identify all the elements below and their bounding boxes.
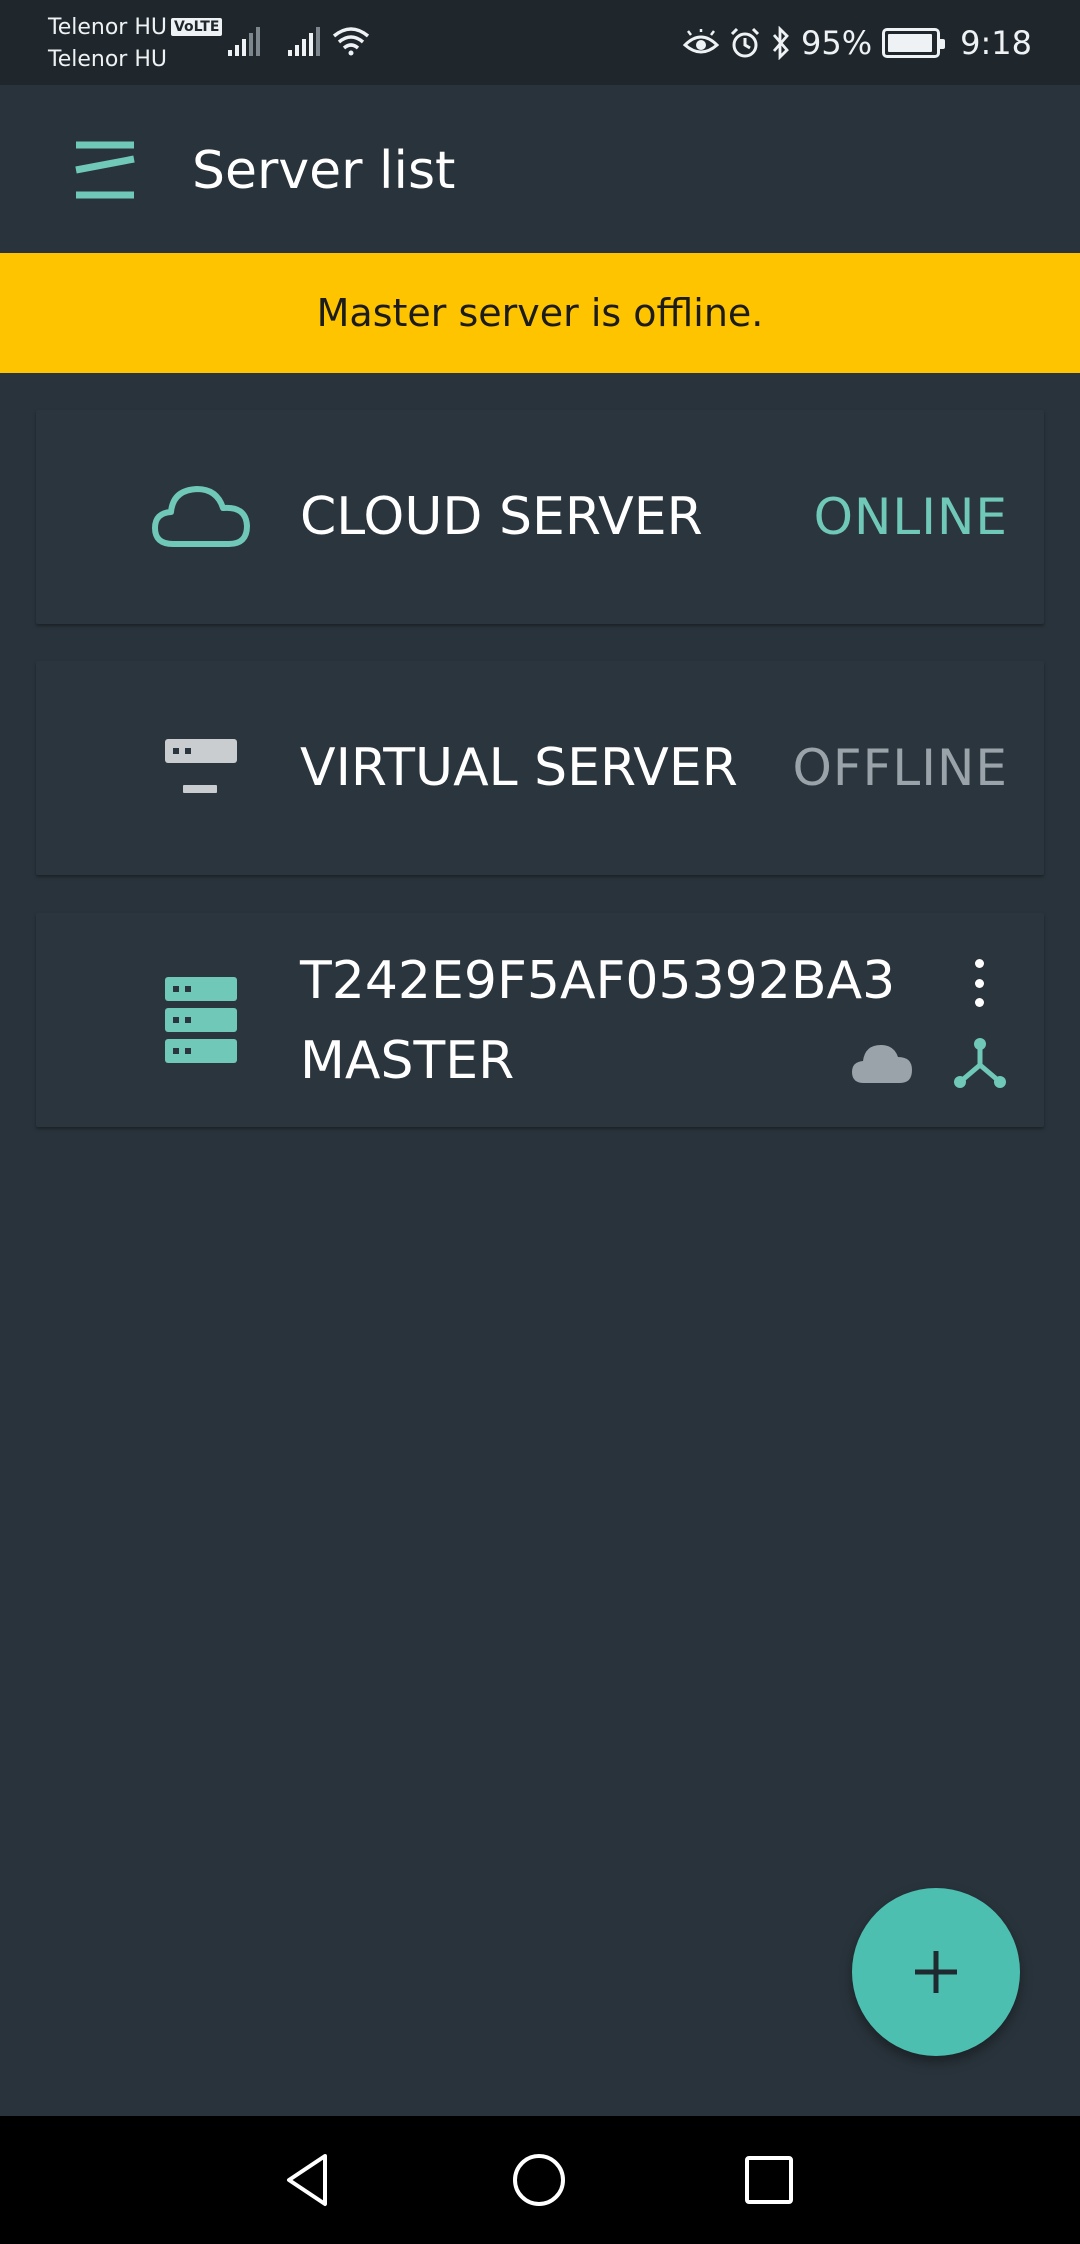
- signal-indicators: [228, 26, 370, 56]
- virtual-server-icon: [136, 718, 266, 818]
- recents-icon[interactable]: [739, 2150, 799, 2210]
- menu-icon[interactable]: [72, 137, 138, 203]
- signal-icon: [288, 27, 320, 56]
- status-bar: Telenor HU VoLTE Telenor HU 95% 9:18: [0, 0, 1080, 85]
- plus-icon: [915, 1951, 957, 1993]
- carrier-1-label: Telenor HU: [48, 15, 167, 40]
- page-title: Server list: [192, 141, 456, 201]
- signal-icon: [228, 27, 260, 56]
- server-status: ONLINE: [813, 488, 1008, 546]
- battery-icon: [882, 27, 946, 58]
- server-card-virtual[interactable]: VIRTUAL SERVER OFFLINE: [36, 661, 1044, 875]
- server-card-cloud[interactable]: CLOUD SERVER ONLINE: [36, 410, 1044, 624]
- server-name: CLOUD SERVER: [300, 487, 703, 547]
- cloud-icon: [136, 467, 266, 567]
- bluetooth-icon: [772, 25, 789, 60]
- status-right: 95% 9:18: [683, 0, 1032, 85]
- home-icon[interactable]: [509, 2150, 569, 2210]
- master-offline-banner: Master server is offline.: [0, 253, 1080, 373]
- server-role: MASTER: [300, 1031, 515, 1091]
- server-status: OFFLINE: [792, 739, 1008, 797]
- clock: 9:18: [960, 23, 1032, 62]
- carrier-2-label: Telenor HU: [48, 47, 167, 72]
- server-stack-icon: [136, 970, 266, 1070]
- back-icon[interactable]: [279, 2150, 339, 2210]
- carrier-info: Telenor HU VoLTE Telenor HU: [48, 12, 223, 76]
- wifi-icon: [332, 27, 370, 56]
- cloud-icon: [852, 1045, 912, 1083]
- app-bar: Server list: [0, 85, 1080, 253]
- add-server-button[interactable]: [852, 1888, 1020, 2056]
- battery-percent: 95%: [801, 23, 873, 62]
- server-name: T242E9F5AF05392BA3: [300, 951, 896, 1011]
- volte-badge: VoLTE: [170, 18, 223, 36]
- server-name: VIRTUAL SERVER: [300, 738, 738, 798]
- server-card-master[interactable]: T242E9F5AF05392BA3 MASTER: [36, 913, 1044, 1127]
- banner-message: Master server is offline.: [316, 291, 764, 335]
- network-icon: [954, 1038, 1006, 1088]
- more-options-button[interactable]: [964, 953, 994, 1013]
- battery-fill: [888, 33, 932, 52]
- alarm-icon: [730, 27, 760, 57]
- system-nav-bar: [0, 2116, 1080, 2244]
- eye-icon: [683, 28, 720, 53]
